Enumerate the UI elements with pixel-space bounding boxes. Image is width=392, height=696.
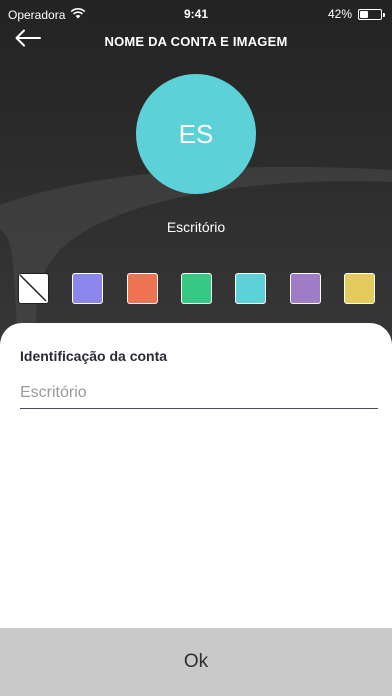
battery-group: 42%: [327, 7, 385, 21]
status-bar: Operadora 9:41 42%: [0, 0, 392, 28]
color-swatch-coral[interactable]: [127, 273, 158, 304]
no-color-icon: [19, 274, 47, 302]
header-background: Operadora 9:41 42% NOME DA CONTA E IMAGE…: [0, 0, 392, 360]
account-id-input[interactable]: [20, 377, 378, 409]
color-swatch-periwinkle[interactable]: [72, 273, 103, 304]
account-id-label: Identificação da conta: [20, 348, 168, 364]
color-swatch-none[interactable]: [18, 273, 49, 304]
battery-percent: 42%: [327, 7, 352, 21]
avatar-initials: ES: [178, 118, 214, 149]
color-swatch-cyan[interactable]: [235, 273, 266, 304]
battery-icon: [358, 8, 385, 20]
page-title: NOME DA CONTA E IMAGEM: [104, 34, 288, 49]
form-panel: Identificação da conta: [0, 323, 392, 628]
ok-button[interactable]: Ok: [0, 628, 392, 696]
account-name: Escritório: [166, 219, 226, 235]
color-picker: [18, 273, 376, 305]
battery-level: [360, 10, 369, 18]
color-swatch-purple[interactable]: [290, 273, 321, 304]
color-swatch-green[interactable]: [181, 273, 212, 304]
color-swatch-yellow[interactable]: [344, 273, 375, 304]
avatar[interactable]: ES: [136, 74, 256, 194]
